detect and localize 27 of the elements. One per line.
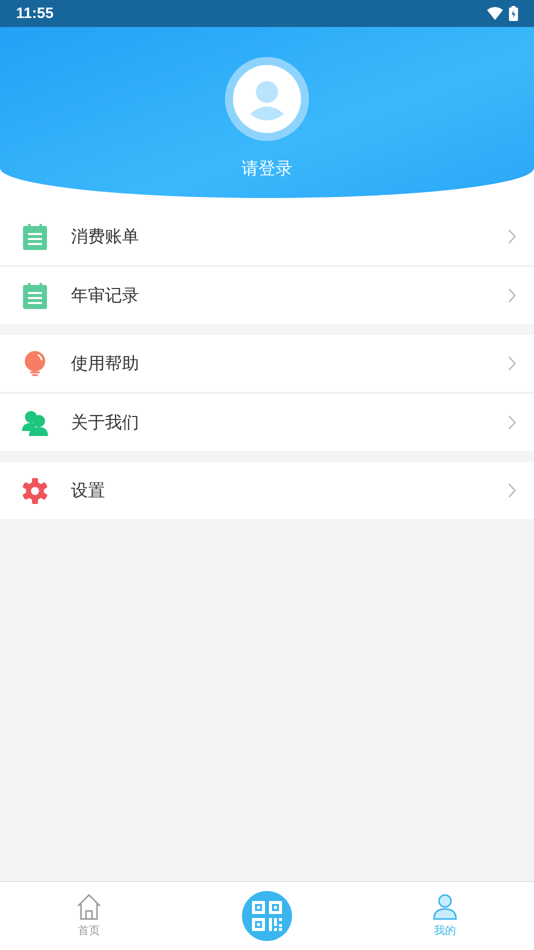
chevron-right-icon [508,483,516,498]
settings-icon [22,478,48,504]
menu-item[interactable]: 设置 [0,462,534,519]
battery-icon [509,6,518,21]
menu-item[interactable]: 使用帮助 [0,335,534,392]
users-icon [22,410,48,436]
chevron-right-icon [508,229,516,244]
status-time: 11:55 [16,5,54,22]
notepad-icon [22,282,48,308]
chevron-right-icon [508,415,516,430]
chevron-right-icon [508,356,516,371]
menu-label: 关于我们 [71,412,140,434]
lightbulb-icon [22,350,48,376]
chevron-right-icon [508,288,516,303]
scan-button[interactable] [242,891,292,941]
menu-item[interactable]: 关于我们 [0,392,534,451]
notepad-icon [22,224,48,250]
menu-label: 消费账单 [71,226,140,248]
home-icon [76,894,102,920]
menu-label: 使用帮助 [71,353,140,375]
wifi-icon [487,7,503,20]
menu-label: 设置 [71,480,106,502]
menu-label: 年审记录 [71,285,140,307]
menu-item[interactable]: 消费账单 [0,208,534,265]
user-icon [432,894,458,920]
menu-item[interactable]: 年审记录 [0,265,534,324]
qr-code-icon [252,901,282,931]
